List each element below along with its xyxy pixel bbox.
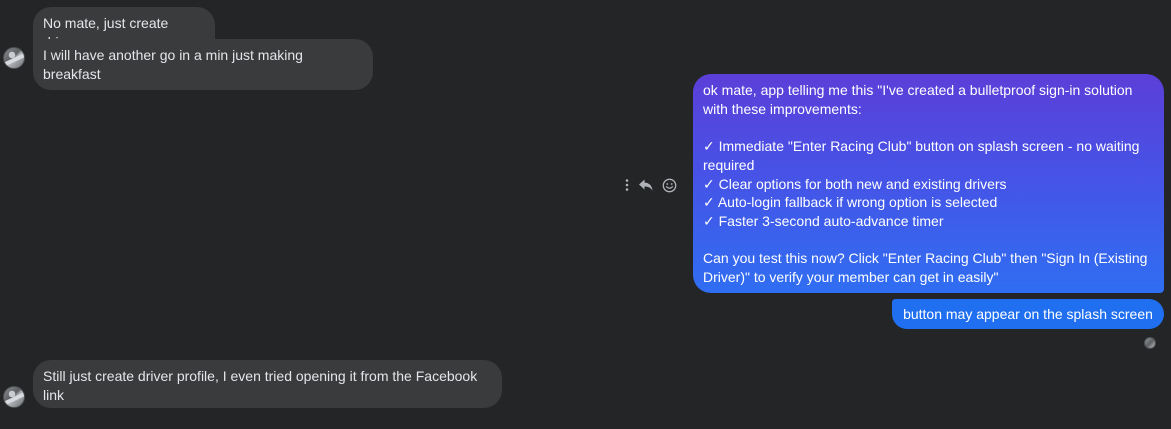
more-vertical-icon[interactable]	[624, 178, 630, 192]
reply-icon[interactable]	[638, 178, 654, 192]
message-bubble-incoming[interactable]: I will have another go in a min just mak…	[33, 39, 373, 91]
contact-avatar[interactable]	[3, 47, 25, 69]
message-actions	[624, 175, 677, 195]
message-bubble-outgoing[interactable]: button may appear on the splash screen	[892, 299, 1164, 329]
read-receipt-avatar	[1144, 337, 1156, 349]
message-bubble-incoming[interactable]: Still just create driver profile, I even…	[33, 360, 502, 408]
contact-avatar[interactable]	[3, 386, 25, 408]
chat-thread: No mate, just create driver I will have …	[0, 0, 1171, 429]
message-bubble-outgoing[interactable]: ok mate, app telling me this "I've creat…	[693, 74, 1164, 293]
react-emoji-icon[interactable]	[662, 178, 677, 193]
